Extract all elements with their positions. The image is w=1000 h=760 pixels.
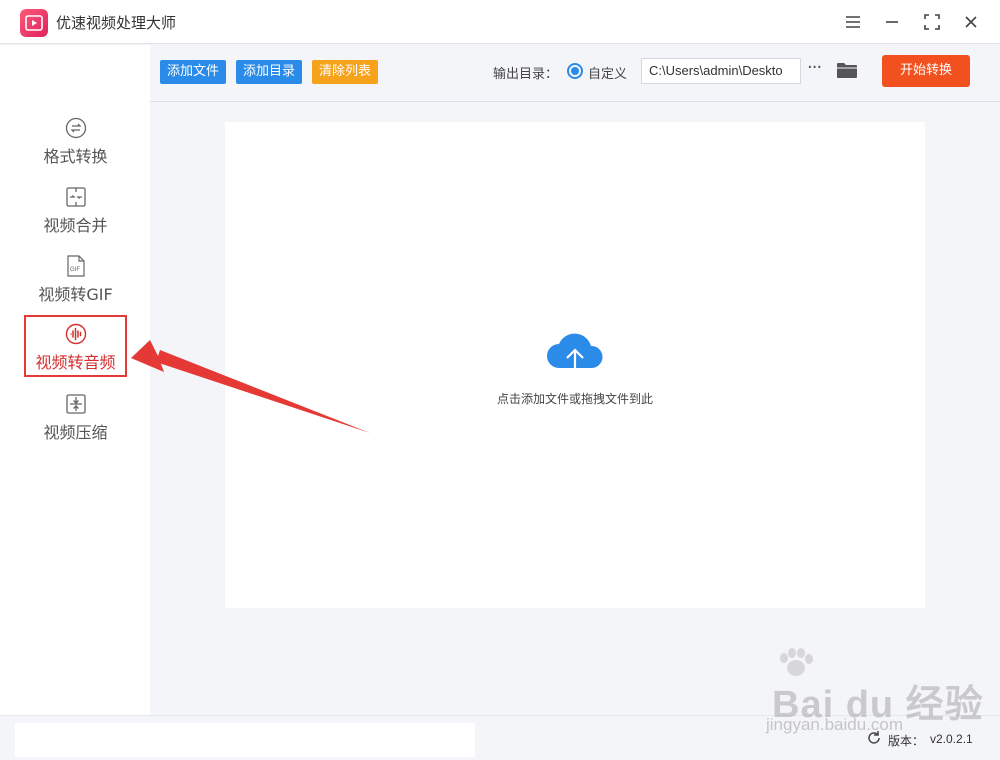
svg-text:GIF: GIF bbox=[70, 267, 80, 273]
sidebar-item-label: 视频转音频 bbox=[35, 353, 116, 372]
toolbar: 添加文件 添加目录 清除列表 输出目录： 自定义 C:\Users\admin\… bbox=[150, 45, 1000, 102]
sidebar-item-label: 视频压缩 bbox=[43, 423, 108, 442]
watermark-url: jingyan.baidu.com bbox=[766, 715, 904, 734]
app-title: 优速视频处理大师 bbox=[56, 14, 177, 32]
version-value: v2.0.2.1 bbox=[930, 732, 973, 746]
app-logo-icon bbox=[20, 9, 48, 37]
more-icon[interactable]: ··· bbox=[807, 59, 827, 83]
sidebar-item-format-convert[interactable]: 格式转换 bbox=[24, 111, 127, 173]
add-directory-button[interactable]: 添加目录 bbox=[236, 60, 303, 84]
folder-icon[interactable] bbox=[836, 61, 858, 79]
add-file-button[interactable]: 添加文件 bbox=[160, 60, 227, 84]
title-bar: 优速视频处理大师 bbox=[0, 0, 1000, 44]
status-message-area bbox=[15, 723, 475, 757]
sidebar-item-label: 视频转GIF bbox=[38, 285, 113, 304]
clear-list-button[interactable]: 清除列表 bbox=[312, 60, 379, 84]
sidebar-item-video-to-gif[interactable]: GIF 视频转GIF bbox=[24, 249, 127, 311]
format-convert-icon bbox=[65, 117, 86, 139]
sidebar-item-label: 格式转换 bbox=[43, 147, 108, 166]
maximize-icon[interactable] bbox=[920, 10, 944, 34]
audio-wave-icon bbox=[65, 323, 86, 345]
custom-dir-radio-label[interactable]: 自定义 bbox=[588, 63, 627, 82]
start-convert-button[interactable]: 开始转换 bbox=[882, 55, 970, 87]
sidebar: 格式转换 视频合并 GIF 视频转GIF 视频转音频 视频压缩 bbox=[0, 45, 150, 715]
output-path-input[interactable]: C:\Users\admin\Deskto bbox=[641, 58, 801, 84]
file-drop-zone[interactable]: 点击添加文件或拖拽文件到此 bbox=[225, 122, 925, 608]
menu-icon[interactable] bbox=[841, 10, 865, 34]
minimize-icon[interactable] bbox=[880, 10, 904, 34]
gif-icon: GIF bbox=[66, 255, 85, 277]
drop-hint-text: 点击添加文件或拖拽文件到此 bbox=[496, 392, 653, 406]
output-dir-label: 输出目录： bbox=[493, 67, 559, 82]
video-merge-icon bbox=[65, 187, 86, 207]
custom-dir-radio[interactable] bbox=[567, 63, 583, 79]
output-path-value: C:\Users\admin\Deskto bbox=[649, 63, 783, 78]
sidebar-item-label: 视频合并 bbox=[43, 216, 108, 235]
cloud-upload-icon bbox=[547, 333, 603, 382]
close-icon[interactable] bbox=[959, 10, 983, 34]
sidebar-item-video-to-audio[interactable]: 视频转音频 bbox=[24, 315, 127, 377]
compress-icon bbox=[65, 394, 86, 414]
sidebar-item-video-merge[interactable]: 视频合并 bbox=[24, 180, 127, 242]
sidebar-item-video-compress[interactable]: 视频压缩 bbox=[24, 387, 127, 449]
